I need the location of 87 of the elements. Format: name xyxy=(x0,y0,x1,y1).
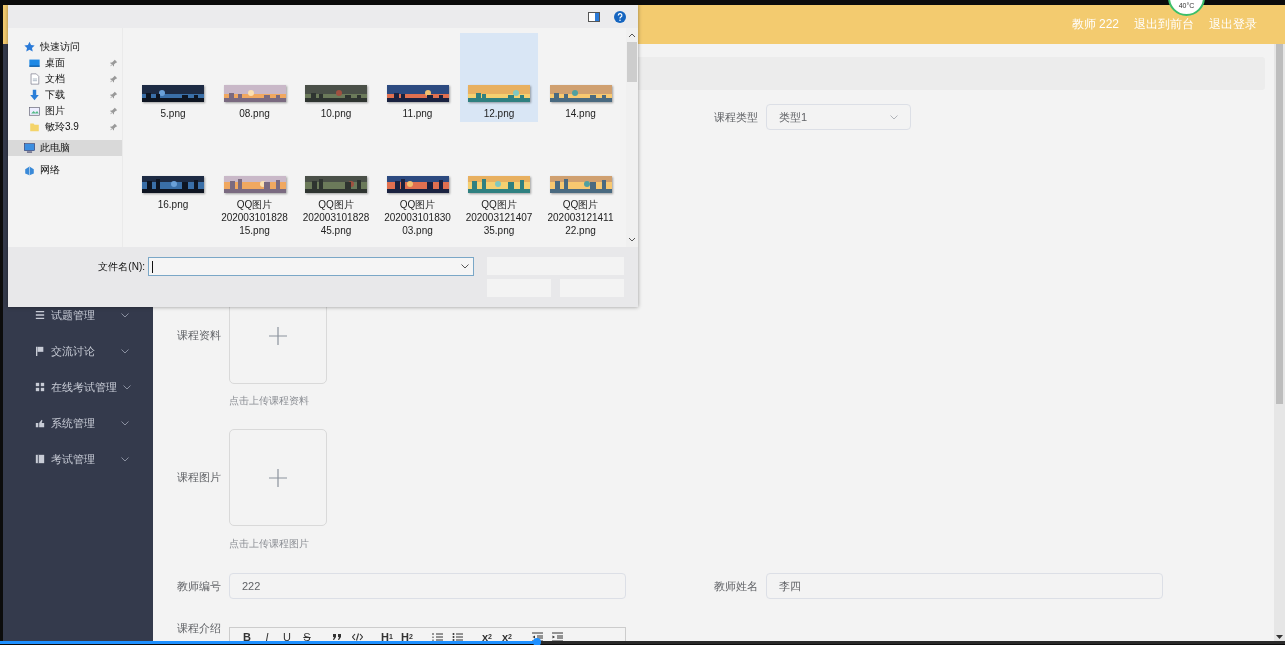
scroll-thumb[interactable] xyxy=(627,42,637,82)
upload-hint: 点击上传课程图片 xyxy=(229,537,310,551)
file-tile[interactable]: 10.png xyxy=(297,33,375,122)
file-tile[interactable]: 11.png xyxy=(378,33,457,122)
file-tile[interactable]: 14.png xyxy=(541,33,620,122)
file-tile[interactable]: QQ图片20200310182815.png xyxy=(215,124,294,239)
file-tile[interactable]: QQ图片20200310183003.png xyxy=(378,124,457,239)
file-tile[interactable]: 5.png xyxy=(134,33,212,122)
pin-icon xyxy=(110,75,118,83)
file-tile[interactable]: QQ图片20200312140735.png xyxy=(460,124,538,239)
file-name-label: 文件名(N): xyxy=(97,259,146,274)
flag-icon xyxy=(35,346,45,356)
underline-button[interactable]: U xyxy=(278,630,296,641)
file-name-field[interactable] xyxy=(148,257,474,276)
quote-icon xyxy=(331,631,343,641)
star-icon xyxy=(23,41,36,53)
italic-button[interactable]: I xyxy=(258,630,276,641)
file-tile[interactable]: QQ图片20200310182845.png xyxy=(297,124,375,239)
list-icon xyxy=(35,310,45,320)
sidebar-item[interactable]: 在线考试管理 xyxy=(3,369,153,405)
plus-icon xyxy=(269,326,287,345)
hand-icon xyxy=(35,418,45,428)
chevron-down-icon xyxy=(121,456,129,462)
desktop-icon xyxy=(28,57,41,69)
teacher-name-field[interactable]: 李四 xyxy=(766,573,1163,599)
nav-item[interactable]: 下载 xyxy=(8,87,122,103)
nav-item[interactable]: 敏玲3.9 xyxy=(8,119,122,135)
nav-item[interactable]: 此电脑 xyxy=(8,140,122,156)
document-icon xyxy=(28,73,41,85)
numbered-list-icon xyxy=(431,631,443,641)
field-label: 教师姓名 xyxy=(713,578,758,594)
scrollbar[interactable] xyxy=(1274,44,1285,641)
field-label: 课程图片 xyxy=(176,470,221,485)
seek-bar[interactable] xyxy=(0,641,1285,644)
download-icon xyxy=(28,89,41,101)
teacher-id-field[interactable]: 222 xyxy=(229,573,626,599)
chevron-down-icon xyxy=(121,348,129,354)
folder-icon xyxy=(28,121,41,133)
sidebar-item[interactable]: 考试管理 xyxy=(3,441,153,477)
outdent-icon xyxy=(531,631,543,641)
upload-hint: 点击上传课程资料 xyxy=(229,394,310,408)
nav-item[interactable]: 网络 xyxy=(8,162,122,178)
image-icon xyxy=(28,105,41,117)
grid-icon xyxy=(35,382,45,392)
pin-icon xyxy=(110,107,118,115)
sidebar-item[interactable]: 系统管理 xyxy=(3,405,153,441)
monitor-icon xyxy=(23,142,36,154)
scrollbar[interactable] xyxy=(626,28,638,247)
file-tile[interactable]: 08.png xyxy=(215,33,294,122)
book-icon xyxy=(35,454,45,464)
bullet-list-icon xyxy=(451,631,463,641)
sidebar-item[interactable]: 试题管理 xyxy=(3,297,153,333)
nav-item[interactable]: 图片 xyxy=(8,103,122,119)
toolbar-button[interactable]: B xyxy=(238,630,256,641)
field-label: 课程介绍 xyxy=(176,621,221,636)
field-label: 教师编号 xyxy=(176,578,221,594)
course-type-select[interactable]: 类型1 xyxy=(766,104,911,130)
indent-icon xyxy=(551,631,563,641)
nav-item[interactable]: 文档 xyxy=(8,71,122,87)
network-icon xyxy=(23,164,36,176)
chevron-down-icon xyxy=(123,384,131,390)
chevron-down-icon xyxy=(121,420,129,426)
file-tile[interactable]: 16.png xyxy=(134,124,212,239)
sidebar-item[interactable]: 交流讨论 xyxy=(3,333,153,369)
toolbar-button[interactable]: x$^{2}$ xyxy=(498,630,516,641)
code-icon xyxy=(351,631,363,641)
pin-icon xyxy=(110,59,118,67)
panel-icon[interactable] xyxy=(588,11,600,22)
plus-icon xyxy=(269,468,287,487)
strikethrough-button[interactable]: S xyxy=(298,630,316,641)
nav-item[interactable]: 快速访问 xyxy=(8,39,122,55)
pin-icon xyxy=(110,123,118,131)
scroll-up-icon[interactable] xyxy=(628,32,636,38)
chevron-down-icon xyxy=(461,264,469,269)
seek-handle[interactable] xyxy=(533,638,542,645)
file-tile[interactable]: QQ图片20200312141122.png xyxy=(541,124,620,239)
chevron-down-icon xyxy=(890,114,898,120)
field-label: 课程资料 xyxy=(176,328,221,343)
help-icon[interactable] xyxy=(614,10,626,23)
user-name: 教师 222 xyxy=(1071,16,1119,33)
scroll-down-icon[interactable] xyxy=(628,237,636,243)
scroll-thumb[interactable] xyxy=(1276,44,1283,404)
chevron-down-icon xyxy=(121,312,129,318)
pin-icon xyxy=(110,91,118,99)
nav-item[interactable]: 桌面 xyxy=(8,55,122,71)
field-label: 课程类型 xyxy=(713,109,758,125)
file-tile[interactable]: 12.png xyxy=(460,33,538,122)
